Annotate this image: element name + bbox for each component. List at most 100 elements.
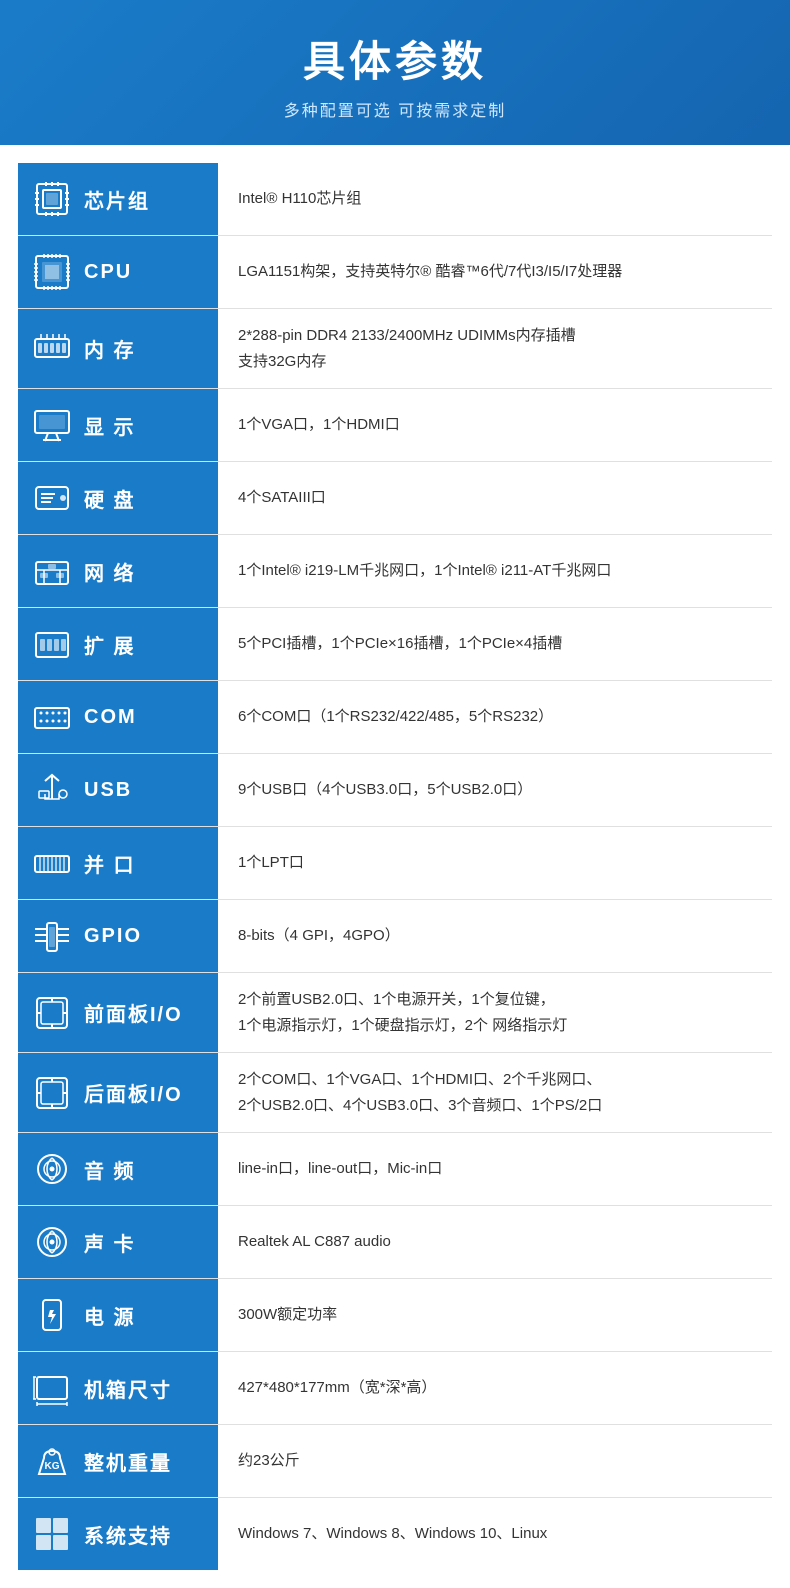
table-row: 芯片组 Intel® H110芯片组 xyxy=(18,163,772,236)
network-icon xyxy=(30,549,74,593)
table-row: 机箱尺寸 427*480*177mm（宽*深*高） xyxy=(18,1352,772,1425)
spec-label: 网 络 xyxy=(84,557,136,586)
spec-value: 1个Intel® i219-LM千兆网口，1个Intel® i211-AT千兆网… xyxy=(218,535,772,608)
table-row: 网 络 1个Intel® i219-LM千兆网口，1个Intel® i211-A… xyxy=(18,535,772,608)
spec-label: USB xyxy=(84,779,132,802)
table-row: 扩 展 5个PCI插槽，1个PCIe×16插槽，1个PCIe×4插槽 xyxy=(18,608,772,681)
label-inner: CPU xyxy=(30,250,206,294)
spec-table: 芯片组 Intel® H110芯片组 xyxy=(18,163,772,1570)
spec-label: 内 存 xyxy=(84,334,136,363)
display-icon xyxy=(30,403,74,447)
memory-icon xyxy=(30,327,74,371)
label-inner: USB xyxy=(30,768,206,812)
label-inner: KG 整机重量 xyxy=(30,1439,206,1483)
spec-value: 5个PCI插槽，1个PCIe×16插槽，1个PCIe×4插槽 xyxy=(218,608,772,681)
spec-label: 后面板I/O xyxy=(84,1078,183,1107)
spec-label: 前面板I/O xyxy=(84,998,183,1027)
audio-icon xyxy=(30,1147,74,1191)
power-icon xyxy=(30,1293,74,1337)
weight-icon: KG xyxy=(30,1439,74,1483)
spec-label: 扩 展 xyxy=(84,630,136,659)
label-inner: 系统支持 xyxy=(30,1512,206,1556)
svg-text:KG: KG xyxy=(45,1461,60,1472)
spec-value: 2个前置USB2.0口、1个电源开关，1个复位键，1个电源指示灯，1个硬盘指示灯… xyxy=(218,973,772,1053)
table-row: 硬 盘 4个SATAIII口 xyxy=(18,462,772,535)
spec-label: 芯片组 xyxy=(84,185,150,214)
table-row: 电 源 300W额定功率 xyxy=(18,1279,772,1352)
spec-value: 1个LPT口 xyxy=(218,827,772,900)
spec-value: LGA1151构架，支持英特尔® 酷睿™6代/7代I3/I5/I7处理器 xyxy=(218,236,772,309)
table-row: 声 卡 Realtek AL C887 audio xyxy=(18,1206,772,1279)
table-row: KG 整机重量 约23公斤 xyxy=(18,1425,772,1498)
table-row: GPIO 8-bits（4 GPI，4GPO） xyxy=(18,900,772,973)
label-inner: 硬 盘 xyxy=(30,476,206,520)
spec-value: 约23公斤 xyxy=(218,1425,772,1498)
label-inner: COM xyxy=(30,695,206,739)
usb-icon xyxy=(30,768,74,812)
table-container: 芯片组 Intel® H110芯片组 xyxy=(0,145,790,1588)
gpio-icon xyxy=(30,914,74,958)
page-subtitle: 多种配置可选 可按需求定制 xyxy=(20,97,770,121)
cpu-icon xyxy=(30,250,74,294)
spec-label: 系统支持 xyxy=(84,1520,172,1549)
spec-label: CPU xyxy=(84,261,132,284)
label-inner: 后面板I/O xyxy=(30,1071,206,1115)
spec-label: COM xyxy=(84,706,137,729)
panel-icon xyxy=(30,991,74,1035)
spec-value: Realtek AL C887 audio xyxy=(218,1206,772,1279)
table-row: 前面板I/O 2个前置USB2.0口、1个电源开关，1个复位键，1个电源指示灯，… xyxy=(18,973,772,1053)
spec-value: Intel® H110芯片组 xyxy=(218,163,772,236)
spec-value: 2*288-pin DDR4 2133/2400MHz UDIMMs内存插槽支持… xyxy=(218,309,772,389)
spec-label: 机箱尺寸 xyxy=(84,1374,172,1403)
table-row: COM 6个COM口（1个RS232/422/485，5个RS232） xyxy=(18,681,772,754)
label-inner: 机箱尺寸 xyxy=(30,1366,206,1410)
spec-value: 9个USB口（4个USB3.0口，5个USB2.0口） xyxy=(218,754,772,827)
label-inner: 电 源 xyxy=(30,1293,206,1337)
spec-value: 427*480*177mm（宽*深*高） xyxy=(218,1352,772,1425)
table-row: 后面板I/O 2个COM口、1个VGA口、1个HDMI口、2个千兆网口、2个US… xyxy=(18,1053,772,1133)
hdd-icon xyxy=(30,476,74,520)
spec-value: 1个VGA口，1个HDMI口 xyxy=(218,389,772,462)
spec-label: 音 频 xyxy=(84,1155,136,1184)
page-title: 具体参数 xyxy=(20,28,770,89)
spec-label: 声 卡 xyxy=(84,1228,136,1257)
table-row: 内 存 2*288-pin DDR4 2133/2400MHz UDIMMs内存… xyxy=(18,309,772,389)
chipset-icon xyxy=(30,177,74,221)
table-row: USB 9个USB口（4个USB3.0口，5个USB2.0口） xyxy=(18,754,772,827)
label-inner: 并 口 xyxy=(30,841,206,885)
expansion-icon xyxy=(30,622,74,666)
spec-label: 硬 盘 xyxy=(84,484,136,513)
header: 具体参数 多种配置可选 可按需求定制 xyxy=(0,0,790,145)
parallel-icon xyxy=(30,841,74,885)
label-inner: 前面板I/O xyxy=(30,991,206,1035)
table-row: 并 口 1个LPT口 xyxy=(18,827,772,900)
spec-value: 300W额定功率 xyxy=(218,1279,772,1352)
spec-value: line-in口，line-out口，Mic-in口 xyxy=(218,1133,772,1206)
label-inner: 显 示 xyxy=(30,403,206,447)
spec-label: 并 口 xyxy=(84,849,136,878)
table-row: 系统支持 Windows 7、Windows 8、Windows 10、Linu… xyxy=(18,1498,772,1571)
spec-value: 6个COM口（1个RS232/422/485，5个RS232） xyxy=(218,681,772,754)
label-inner: 扩 展 xyxy=(30,622,206,666)
spec-label: 显 示 xyxy=(84,411,136,440)
spec-value: Windows 7、Windows 8、Windows 10、Linux xyxy=(218,1498,772,1571)
label-inner: 芯片组 xyxy=(30,177,206,221)
spec-value: 4个SATAIII口 xyxy=(218,462,772,535)
table-row: 显 示 1个VGA口，1个HDMI口 xyxy=(18,389,772,462)
table-row: CPU LGA1151构架，支持英特尔® 酷睿™6代/7代I3/I5/I7处理器 xyxy=(18,236,772,309)
spec-value: 8-bits（4 GPI，4GPO） xyxy=(218,900,772,973)
audio-icon xyxy=(30,1220,74,1264)
table-row: 音 频 line-in口，line-out口，Mic-in口 xyxy=(18,1133,772,1206)
dimensions-icon xyxy=(30,1366,74,1410)
label-inner: GPIO xyxy=(30,914,206,958)
com-icon xyxy=(30,695,74,739)
spec-label: GPIO xyxy=(84,925,142,948)
spec-label: 电 源 xyxy=(84,1301,136,1330)
panel-icon xyxy=(30,1071,74,1115)
os-icon xyxy=(30,1512,74,1556)
label-inner: 内 存 xyxy=(30,327,206,371)
spec-label: 整机重量 xyxy=(84,1447,172,1476)
label-inner: 网 络 xyxy=(30,549,206,593)
label-inner: 声 卡 xyxy=(30,1220,206,1264)
label-inner: 音 频 xyxy=(30,1147,206,1191)
